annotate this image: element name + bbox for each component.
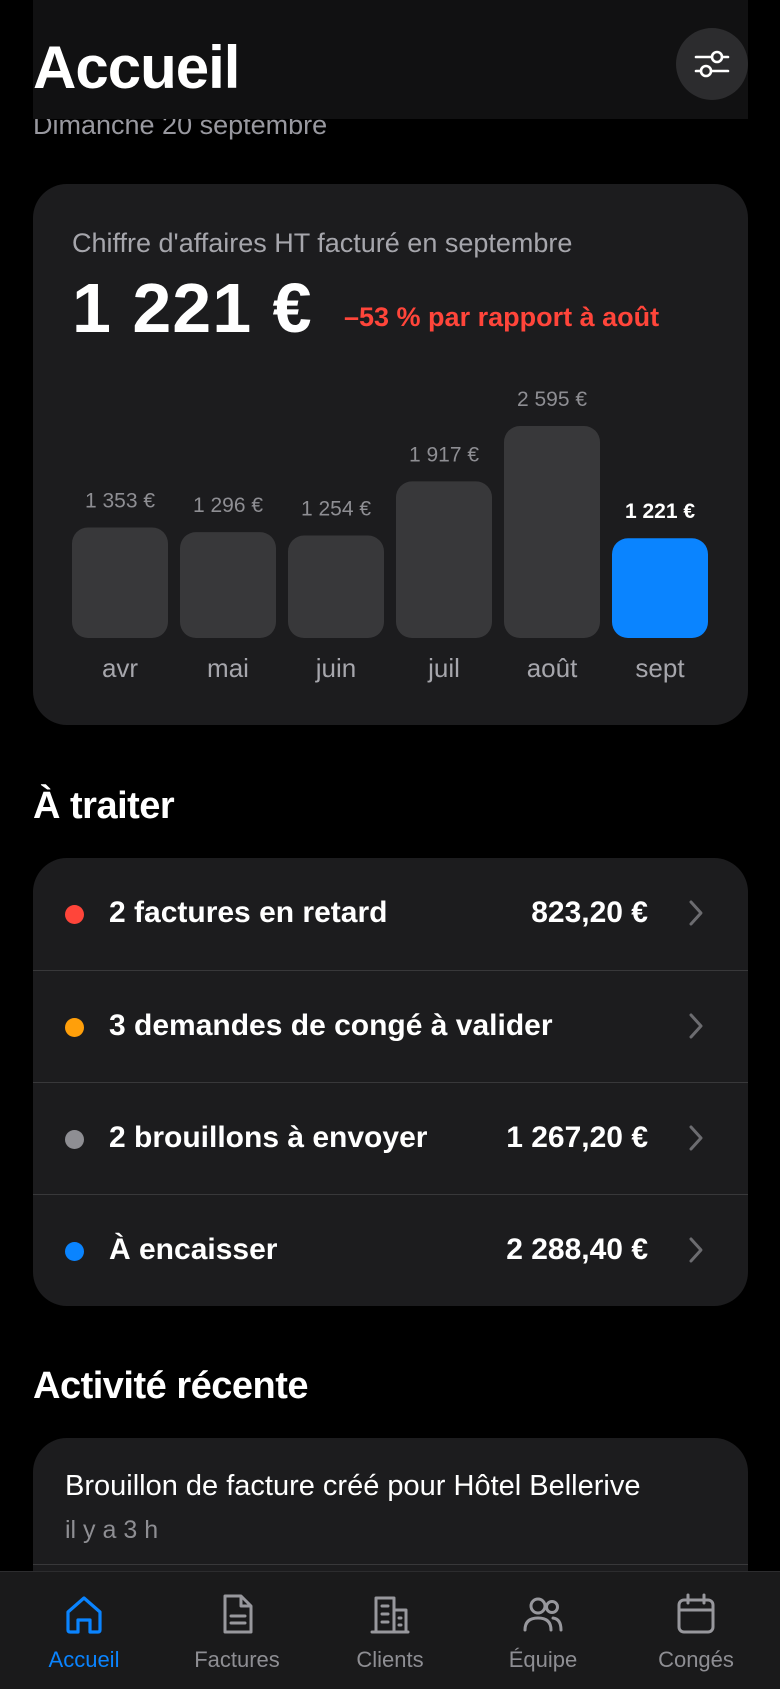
tab-factures[interactable]: Factures — [167, 1572, 307, 1689]
revenue-chart-svg: 1 353 € avr 1 296 € mai 1 254 € juin 1 917 € ju… — [72, 388, 708, 683]
tab-label: Clients — [356, 1647, 424, 1672]
chart-category-label: mai — [207, 653, 249, 683]
activity-text: Brouillon de facture créé pour Hôtel Bel… — [65, 1470, 641, 1502]
people-icon — [523, 1597, 563, 1632]
todo-item-overdue-invoices[interactable]: 2 factures en retard 823,20 € — [33, 858, 748, 970]
chart-category-label: juin — [315, 653, 356, 683]
todo-item-amount: 1 267,20 € — [506, 1121, 648, 1154]
todo-item-label: À encaisser — [109, 1233, 278, 1266]
revenue-change: –53 % par rapport à août — [344, 302, 660, 332]
todo-card: 2 factures en retard 823,20 € 3 demandes… — [33, 858, 748, 1306]
calendar-icon — [677, 1593, 715, 1634]
status-dot — [65, 905, 84, 924]
tab-label: Accueil — [48, 1647, 120, 1672]
tab-label: Congés — [658, 1647, 734, 1672]
building-icon — [370, 1596, 410, 1634]
chart-category-label: août — [527, 653, 578, 683]
header: Accueil — [33, 0, 748, 119]
tab-equipe[interactable]: Équipe — [473, 1572, 613, 1689]
chart-value-label: 1 254 € — [301, 498, 371, 521]
activity-section-title: Activité récente — [33, 1365, 309, 1407]
todo-item-amount: 2 288,40 € — [506, 1233, 648, 1266]
tab-accueil[interactable]: Accueil — [14, 1572, 154, 1689]
chart-bar-mai[interactable] — [180, 532, 276, 638]
todo-item-leave-requests[interactable]: 3 demandes de congé à valider — [33, 970, 748, 1083]
activity-item[interactable]: Brouillon de facture créé pour Hôtel Bel… — [33, 1438, 748, 1565]
sliders-icon — [694, 50, 730, 78]
home-icon — [66, 1596, 102, 1634]
todo-item-to-collect[interactable]: À encaisser 2 288,40 € — [33, 1194, 748, 1306]
chart-bar-juin[interactable] — [288, 535, 384, 638]
todo-section-title: À traiter — [33, 785, 175, 827]
chart-bar-avr[interactable] — [72, 527, 168, 638]
todo-item-amount: 823,20 € — [531, 896, 648, 929]
tab-conges[interactable]: Congés — [626, 1572, 766, 1689]
activity-time: il y a 3 h — [65, 1516, 159, 1544]
page-title: Accueil — [33, 34, 240, 101]
chart-bar-sept[interactable] — [612, 538, 708, 638]
chart-value-label: 1 221 € — [625, 500, 695, 523]
chart-bar-août[interactable] — [504, 426, 600, 638]
document-icon — [223, 1594, 253, 1634]
todo-item-label: 2 factures en retard — [109, 896, 388, 929]
todo-item-drafts[interactable]: 2 brouillons à envoyer 1 267,20 € — [33, 1082, 748, 1195]
revenue-bar-chart: 1 353 € avr 1 296 € mai 1 254 € juin 1 917 € ju… — [72, 384, 712, 714]
status-dot — [65, 1130, 84, 1149]
status-dot — [65, 1242, 84, 1261]
filter-button[interactable] — [676, 28, 748, 100]
chart-value-label: 1 917 € — [409, 443, 479, 466]
tab-clients[interactable]: Clients — [320, 1572, 460, 1689]
chevron-right-icon — [689, 1125, 703, 1151]
tab-label: Équipe — [508, 1647, 578, 1672]
revenue-label: Chiffre d'affaires HT facturé en septemb… — [72, 228, 573, 258]
tab-label: Factures — [194, 1647, 280, 1672]
todo-item-label: 3 demandes de congé à valider — [109, 1009, 553, 1042]
chart-category-label: juil — [427, 653, 460, 683]
status-dot — [65, 1018, 84, 1037]
chart-bar-juil[interactable] — [396, 481, 492, 638]
chart-value-label: 2 595 € — [517, 388, 587, 411]
chart-category-label: avr — [102, 653, 138, 683]
chart-value-label: 1 296 € — [193, 494, 263, 517]
chart-category-label: sept — [635, 653, 685, 683]
chevron-right-icon — [689, 1237, 703, 1263]
chevron-right-icon — [689, 900, 703, 926]
tab-bar: Accueil Factures Clients Équipe Congés — [0, 1571, 780, 1689]
revenue-amount: 1 221 € — [72, 269, 313, 347]
todo-item-label: 2 brouillons à envoyer — [109, 1121, 428, 1154]
chart-value-label: 1 353 € — [85, 489, 155, 512]
chevron-right-icon — [689, 1013, 703, 1039]
revenue-card[interactable]: Chiffre d'affaires HT facturé en septemb… — [33, 184, 748, 725]
